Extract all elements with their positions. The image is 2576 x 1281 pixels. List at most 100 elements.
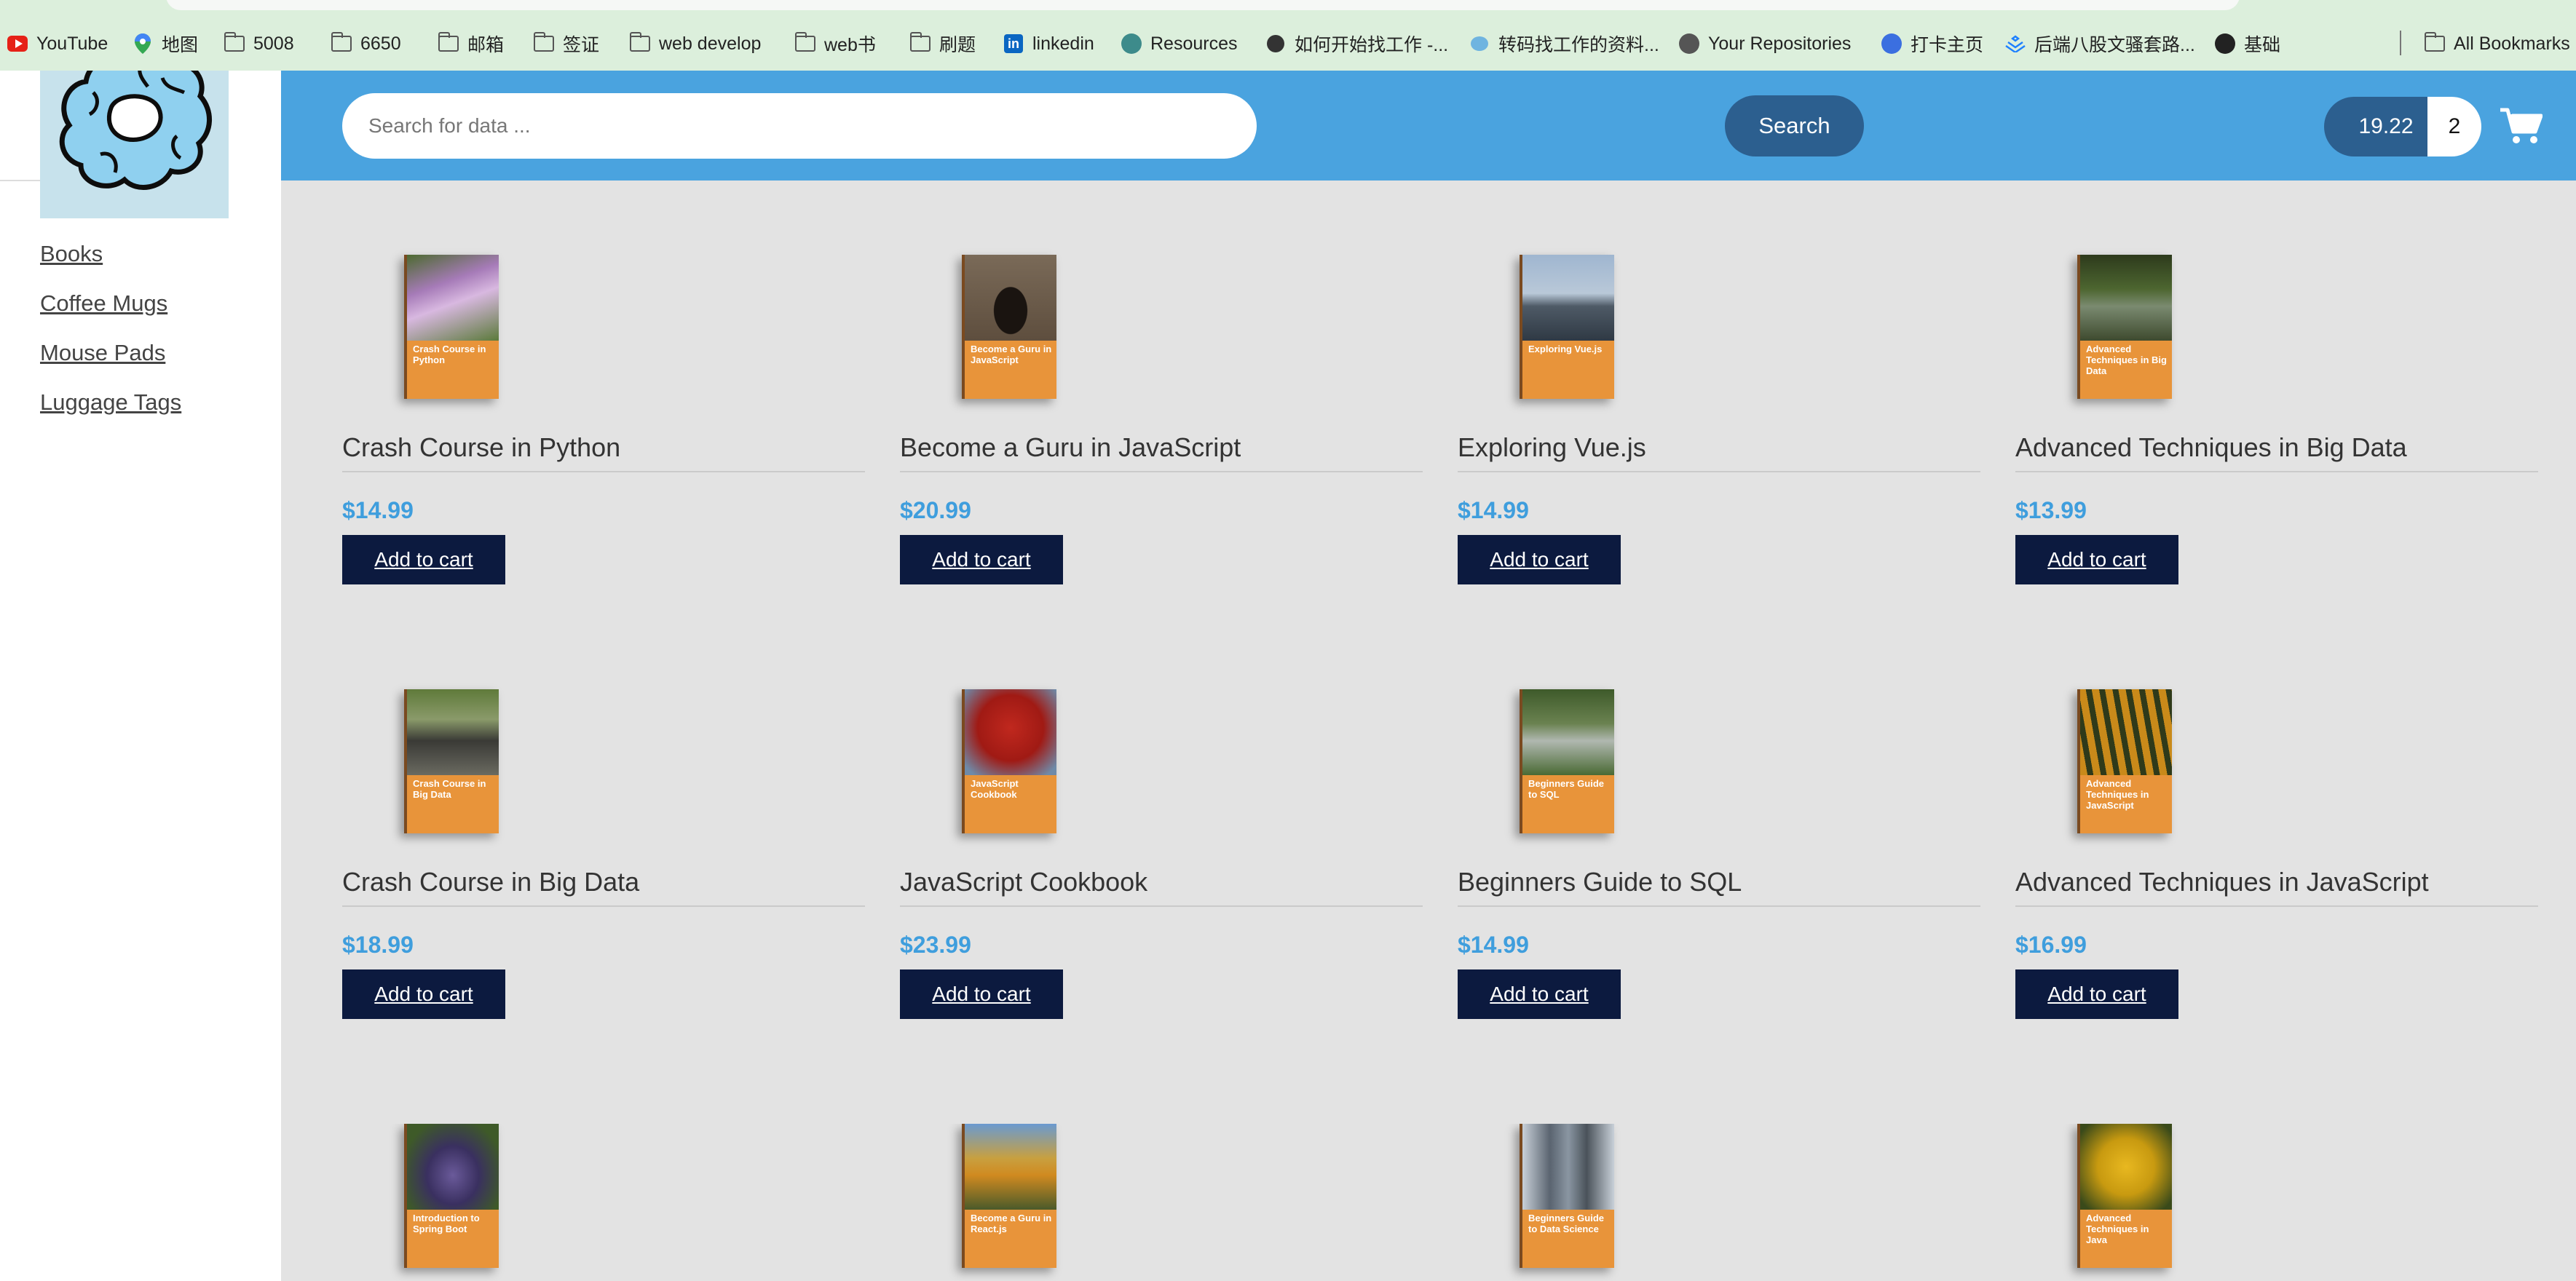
bookmark-label: Your Repositories [1708, 33, 1852, 54]
book-cover[interactable]: Advanced Techniques in JavaScript [2077, 689, 2172, 833]
product-card: Become a Guru in React.js [900, 1124, 1423, 1281]
folder-icon [794, 32, 815, 54]
bookmark-folder-web-develop[interactable]: web develop [629, 29, 762, 58]
book-cover[interactable]: Crash Course in Python [404, 255, 499, 399]
bookmark-resources[interactable]: Resources [1121, 29, 1238, 58]
bookmarks-separator [2400, 31, 2401, 55]
product-title: Advanced Techniques in Big Data [2015, 432, 2407, 462]
add-to-cart-button[interactable]: Add to cart [342, 535, 505, 584]
all-bookmarks-label: All Bookmarks [2454, 33, 2570, 54]
product-card: Introduction to Spring Boot [342, 1124, 865, 1281]
globe-icon [2215, 33, 2235, 54]
book-cover[interactable]: Introduction to Spring Boot [404, 1124, 499, 1268]
bookmark-label: 刷题 [939, 35, 976, 55]
folder-icon [533, 32, 554, 54]
maps-pin-icon [133, 33, 153, 54]
title-divider [1458, 471, 1980, 472]
cover-title: JavaScript Cookbook [971, 778, 1019, 800]
add-to-cart-button[interactable]: Add to cart [900, 535, 1063, 584]
bookmark-folder-6650[interactable]: 6650 [331, 29, 401, 58]
product-card: Exploring Vue.js Exploring Vue.js $14.99… [1458, 255, 1980, 633]
bookmark-label: 转码找工作的资料... [1498, 35, 1659, 55]
cover-title: Crash Course in Python [413, 344, 486, 365]
cover-title: Beginners Guide to SQL [1528, 778, 1605, 800]
bookmark-github-repos[interactable]: Your Repositories [1679, 29, 1851, 58]
search-button[interactable]: Search [1725, 95, 1864, 156]
product-title: Exploring Vue.js [1458, 432, 1646, 462]
bookmark-folder-mail[interactable]: 邮箱 [438, 29, 504, 58]
bookmark-folder-web-books[interactable]: web书 [794, 29, 876, 58]
add-to-cart-button[interactable]: Add to cart [2015, 535, 2178, 584]
bookmark-backend-notes[interactable]: 后端八股文骚套路... [2005, 29, 2195, 58]
book-cover[interactable]: Exploring Vue.js [1520, 255, 1614, 399]
folder-icon [909, 32, 931, 54]
nav-books[interactable]: Books [40, 239, 181, 289]
bookmark-linkedin[interactable]: in linkedin [1003, 29, 1094, 58]
add-to-cart-button[interactable]: Add to cart [2015, 969, 2178, 1019]
cover-title: Introduction to Spring Boot [413, 1213, 480, 1234]
book-cover[interactable]: Become a Guru in React.js [962, 1124, 1056, 1268]
bookmark-checkin[interactable]: 打卡主页 [1881, 29, 1983, 58]
product-card: Become a Guru in JavaScript Become a Gur… [900, 255, 1423, 633]
address-bar-edge [166, 0, 2240, 10]
bookmark-label: web书 [824, 35, 876, 55]
cover-title: Crash Course in Big Data [413, 778, 486, 800]
shopping-cart-icon[interactable] [2500, 107, 2543, 145]
add-to-cart-button[interactable]: Add to cart [1458, 969, 1621, 1019]
bookmark-youtube[interactable]: YouTube [7, 29, 108, 58]
add-to-cart-button[interactable]: Add to cart [342, 969, 505, 1019]
bookmark-folder-practice[interactable]: 刷题 [909, 29, 976, 58]
bookmark-label: YouTube [36, 33, 108, 54]
bookmark-label: web develop [659, 33, 762, 54]
bookmark-folder-visa[interactable]: 签证 [533, 29, 600, 58]
book-cover[interactable]: Become a Guru in JavaScript [962, 255, 1056, 399]
bookmark-label: Resources [1150, 33, 1238, 54]
product-card: JavaScript Cookbook JavaScript Cookbook … [900, 689, 1423, 1068]
bookmark-maps[interactable]: 地图 [133, 29, 198, 58]
product-price: $18.99 [342, 932, 414, 958]
product-price: $14.99 [1458, 932, 1529, 958]
header-bar: Search 19.22 2 [281, 71, 2576, 181]
bookmark-job-search-article[interactable]: 如何开始找工作 -... [1265, 29, 1448, 58]
folder-icon [224, 32, 245, 54]
bookmark-label: 打卡主页 [1911, 35, 1984, 55]
bookmarks-bar: YouTube 地图 5008 6650 邮箱 签证 web develop w… [0, 0, 2576, 71]
cover-title: Exploring Vue.js [1528, 344, 1603, 354]
nav-coffee-mugs[interactable]: Coffee Mugs [40, 289, 181, 338]
nav-mouse-pads[interactable]: Mouse Pads [40, 338, 181, 388]
juejin-icon [2005, 33, 2026, 54]
book-cover[interactable]: Advanced Techniques in Java [2077, 1124, 2172, 1268]
title-divider [2015, 905, 2538, 907]
resources-icon [1121, 33, 1142, 54]
title-divider [342, 471, 865, 472]
bookmark-label: 6650 [360, 33, 401, 54]
folder-icon [331, 32, 352, 54]
book-cover[interactable]: Crash Course in Big Data [404, 689, 499, 833]
cover-title: Advanced Techniques in Big Data [2086, 344, 2167, 376]
add-to-cart-button[interactable]: Add to cart [1458, 535, 1621, 584]
book-cover[interactable]: Beginners Guide to SQL [1520, 689, 1614, 833]
product-title: Beginners Guide to SQL [1458, 867, 1742, 897]
bookmark-label: 如何开始找工作 -... [1295, 35, 1449, 55]
book-cover[interactable]: JavaScript Cookbook [962, 689, 1056, 833]
product-card: Beginners Guide to Data Science [1458, 1124, 1980, 1281]
product-title: Become a Guru in JavaScript [900, 432, 1241, 462]
book-cover[interactable]: Advanced Techniques in Big Data [2077, 255, 2172, 399]
cover-title: Become a Guru in JavaScript [971, 344, 1052, 365]
bookmark-label: 签证 [563, 35, 600, 55]
github-icon [1679, 33, 1699, 54]
add-to-cart-button[interactable]: Add to cart [900, 969, 1063, 1019]
bookmark-job-materials[interactable]: 转码找工作的资料... [1469, 29, 1659, 58]
bookmark-label: 后端八股文骚套路... [2034, 35, 2195, 55]
product-price: $14.99 [1458, 497, 1529, 523]
product-card: Advanced Techniques in Big Data Advanced… [2015, 255, 2538, 633]
book-cover[interactable]: Beginners Guide to Data Science [1520, 1124, 1614, 1268]
nav-luggage-tags[interactable]: Luggage Tags [40, 388, 181, 437]
bookmark-basics[interactable]: 基础 [2215, 29, 2280, 58]
cover-title: Advanced Techniques in JavaScript [2086, 778, 2149, 811]
search-input[interactable] [342, 93, 1257, 159]
scrunchie-logo[interactable] [40, 71, 229, 218]
folder-icon [629, 32, 650, 54]
bookmark-folder-5008[interactable]: 5008 [224, 29, 294, 58]
all-bookmarks-button[interactable]: All Bookmarks [2424, 29, 2570, 58]
